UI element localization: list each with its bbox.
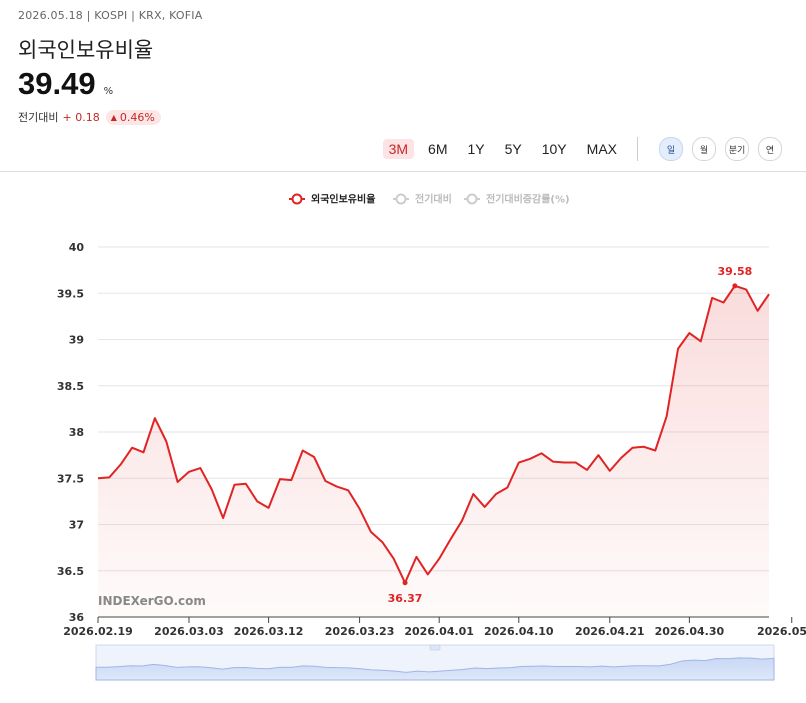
data-point [438,558,440,560]
data-point [370,531,372,533]
annotation-marker [402,580,408,586]
data-point [643,446,645,448]
legend-item-series[interactable]: 외국인보유비율 [289,193,375,206]
annotation-label: 39.58 [717,265,752,278]
legend-marker-change [395,193,407,205]
data-point [427,573,429,575]
data-point [267,507,269,509]
data-point [461,520,463,522]
data-point [756,310,758,312]
x-tick-label: 2026.04.30 [655,625,725,638]
annotation-label: 36.37 [388,592,423,605]
y-tick-label: 38.5 [57,380,84,393]
x-tick-label: 2026.04.21 [575,625,645,638]
data-point [302,449,304,451]
x-tick-label: 2026.04.10 [484,625,554,638]
data-point [233,484,235,486]
x-tick-label: 2026.02.19 [63,625,133,638]
data-point [700,340,702,342]
data-point [336,485,338,487]
data-point [415,556,417,558]
navigator-handle[interactable] [429,644,441,651]
data-point [654,449,656,451]
x-tick-label: 2026.03.12 [234,625,304,638]
y-tick-label: 38 [69,426,84,439]
data-point [381,541,383,543]
data-point [199,467,201,469]
y-tick-label: 36 [69,611,85,624]
data-point [154,417,156,419]
legend-item-change-pct[interactable]: 전기대비증감률(%) [464,193,570,206]
data-point [540,452,542,454]
legend-item-change[interactable]: 전기대비 [393,193,452,206]
data-point [495,493,497,495]
legend-label-change: 전기대비 [415,193,452,206]
data-point [222,517,224,519]
data-point [176,481,178,483]
data-point [245,483,247,485]
data-point [552,460,554,462]
legend-label-series: 외국인보유비율 [311,193,375,206]
data-point [586,469,588,471]
y-tick-label: 39.5 [57,287,84,300]
data-point [688,332,690,334]
chart: 외국인보유비율 전기대비 전기대비증감률(%) 36 36.5 37 37.5 38 38… [57,193,806,681]
data-point [529,458,531,460]
data-point [449,538,451,540]
y-axis: 36 36.5 37 37.5 38 38.5 39 39.5 40 [57,241,84,624]
data-point [256,500,258,502]
data-point [358,508,360,510]
data-point [165,440,167,442]
x-tick-label: 2026.03.03 [154,625,224,638]
data-point [392,558,394,560]
data-point [290,479,292,481]
brand-watermark: INDEXerGO.com [98,594,206,608]
x-axis: 2026.02.19 2026.03.03 2026.03.12 2026.03.23… [63,617,806,638]
data-point [313,456,315,458]
data-point [131,447,133,449]
y-tick-label: 36.5 [57,565,84,578]
y-tick-label: 40 [69,241,85,254]
data-point [324,480,326,482]
data-point [472,493,474,495]
data-point [142,451,144,453]
data-point [711,297,713,299]
x-tick-label: 2026.03.23 [325,625,395,638]
data-point [768,293,770,295]
x-tick-label: 2026.05.13 [757,625,806,638]
y-tick-label: 37.5 [57,472,84,485]
data-point [722,301,724,303]
data-point [279,478,281,480]
data-point [574,461,576,463]
data-point [620,457,622,459]
data-point [120,463,122,465]
x-tick-label: 2026.04.01 [404,625,474,638]
data-point [631,447,633,449]
data-point [597,454,599,456]
data-point [108,476,110,478]
data-point [506,486,508,488]
annotation-marker [732,283,738,289]
data-point [745,288,747,290]
legend-marker-series [291,193,303,205]
y-tick-label: 39 [69,334,84,347]
data-point [347,489,349,491]
data-point [677,348,679,350]
navigator[interactable] [95,644,775,681]
data-point [211,488,213,490]
legend-marker-change-pct [466,193,478,205]
legend: 외국인보유비율 전기대비 전기대비증감률(%) [289,193,570,206]
data-point [97,477,99,479]
data-point [518,461,520,463]
y-tick-label: 37 [69,519,84,532]
data-point [665,415,667,417]
data-point [188,471,190,473]
data-point [563,461,565,463]
data-point [609,470,611,472]
legend-label-change-pct: 전기대비증감률(%) [486,193,570,206]
data-point [483,506,485,508]
